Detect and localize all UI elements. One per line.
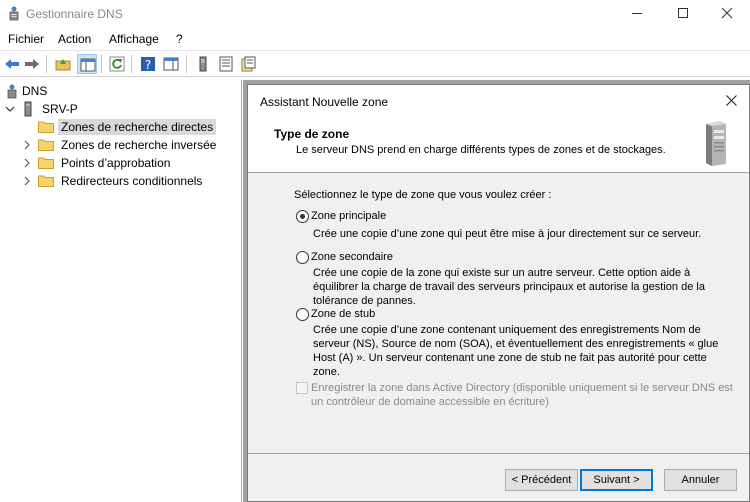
close-icon[interactable] <box>726 95 737 106</box>
tree-root-label: DNS <box>22 84 48 98</box>
folder-icon <box>38 121 54 133</box>
zone-type-prompt: Sélectionnez le type de zone que vous vo… <box>294 189 552 201</box>
radio-stub-zone[interactable] <box>296 308 309 321</box>
menu-affichage[interactable]: Affichage <box>109 32 159 46</box>
chevron-right-icon[interactable] <box>22 140 32 150</box>
folder-icon <box>38 157 54 169</box>
radio-secondary-zone[interactable] <box>296 251 309 264</box>
refresh-button[interactable] <box>107 54 127 74</box>
ad-integrated-label-line: un contrôleur de domaine accessible en é… <box>311 396 549 408</box>
tree-item-label: Points d’approbation <box>61 156 171 170</box>
next-button[interactable]: Suivant > <box>580 469 653 491</box>
radio-primary-zone[interactable] <box>296 210 309 223</box>
back-button[interactable] <box>2 54 22 74</box>
list-icon <box>219 56 233 72</box>
primary-zone-description: Crée une copie d’une zone qui peut être … <box>313 228 702 240</box>
up-folder-icon <box>55 59 71 71</box>
stub-zone-description-line: serveur (NS), Source de nom (SOA), et év… <box>313 338 719 350</box>
title-bar: Gestionnaire DNS <box>0 0 750 27</box>
secondary-zone-description-line: Crée une copie de la zone qui existe sur… <box>313 267 691 279</box>
close-window-button[interactable] <box>704 0 750 27</box>
menu-bar: Fichier Action Affichage ? <box>0 27 750 50</box>
menu-action[interactable]: Action <box>58 32 91 46</box>
dns-app-icon <box>9 6 19 21</box>
stub-zone-description-line: Crée une copie d’une zone contenant uniq… <box>313 324 701 336</box>
server-icon <box>199 56 207 72</box>
footer-divider <box>248 453 749 454</box>
export-icon <box>241 56 256 72</box>
toolbar: ? <box>0 50 750 77</box>
properties-pane-button[interactable] <box>161 54 181 74</box>
ad-integrated-label-line[interactable]: Enregistrer la zone dans Active Director… <box>311 381 733 395</box>
window-title: Gestionnaire DNS <box>26 7 123 21</box>
console-tree: DNS SRV-P Zones de recherche directes Zo… <box>0 80 242 502</box>
server-icon <box>24 101 32 117</box>
chevron-right-icon[interactable] <box>22 158 32 168</box>
forward-icon <box>25 59 39 69</box>
stub-zone-description-line: zone. <box>313 366 340 378</box>
server-button[interactable] <box>193 54 213 74</box>
ad-integrated-checkbox[interactable] <box>296 382 308 394</box>
chevron-down-icon[interactable] <box>5 104 15 114</box>
show-hide-tree-button[interactable] <box>77 54 97 74</box>
tree-item-label: Zones de recherche directes <box>58 119 217 135</box>
tree-item-label: Zones de recherche inversée <box>61 138 217 152</box>
list-button[interactable] <box>216 54 236 74</box>
properties-pane-icon <box>163 57 179 71</box>
tree-item-forward-zones[interactable]: Zones de recherche directes <box>22 118 217 136</box>
secondary-zone-description-line: tolérance de pannes. <box>313 295 416 307</box>
wizard-title: Assistant Nouvelle zone <box>260 95 389 109</box>
refresh-icon <box>109 56 125 72</box>
chevron-right-icon[interactable] <box>22 176 32 186</box>
help-button[interactable]: ? <box>138 54 158 74</box>
menu-fichier[interactable]: Fichier <box>8 32 44 46</box>
folder-icon <box>38 139 54 151</box>
close-icon <box>721 7 733 19</box>
wizard-header-title: Type de zone <box>274 127 350 141</box>
help-icon: ? <box>141 57 155 72</box>
tree-item-label: Redirecteurs conditionnels <box>61 174 203 188</box>
wizard-header-description: Le serveur DNS prend en charge différent… <box>296 144 666 156</box>
forward-button[interactable] <box>22 54 42 74</box>
folder-icon <box>38 175 54 187</box>
back-icon <box>5 59 19 69</box>
export-button[interactable] <box>238 54 258 74</box>
svg-text:?: ? <box>145 58 151 72</box>
wizard-title-bar: Assistant Nouvelle zone <box>248 85 749 117</box>
show-hide-tree-icon <box>80 58 96 72</box>
maximize-icon <box>678 8 688 18</box>
dns-icon <box>7 84 17 99</box>
new-zone-wizard: Assistant Nouvelle zone Type de zone Le … <box>247 84 750 502</box>
minimize-button[interactable] <box>614 0 660 27</box>
radio-stub-zone-label[interactable]: Zone de stub <box>311 308 375 320</box>
secondary-zone-description-line: équilibrer la charge de travail des serv… <box>313 281 705 293</box>
radio-secondary-zone-label[interactable]: Zone secondaire <box>311 251 393 263</box>
stub-zone-description-line: Host (A) ». Un serveur contenant une zon… <box>313 352 707 364</box>
cancel-button[interactable]: Annuler <box>664 469 737 491</box>
back-button[interactable]: < Précédent <box>505 469 578 491</box>
maximize-button[interactable] <box>660 0 706 27</box>
wizard-header: Type de zone Le serveur DNS prend en cha… <box>248 117 749 173</box>
up-folder-button[interactable] <box>53 54 73 74</box>
tree-server-label: SRV-P <box>42 102 78 116</box>
menu-help[interactable]: ? <box>176 32 183 46</box>
server-tower-icon <box>706 121 726 166</box>
radio-primary-zone-label[interactable]: Zone principale <box>311 210 386 222</box>
minimize-icon <box>632 13 642 14</box>
